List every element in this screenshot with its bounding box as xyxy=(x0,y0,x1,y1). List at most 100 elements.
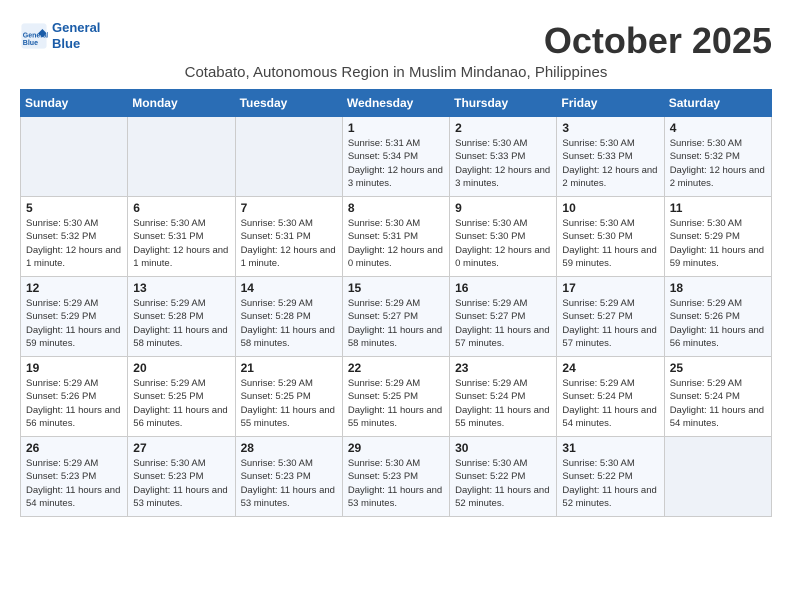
day-number: 29 xyxy=(348,441,444,455)
calendar-cell: 7 Sunrise: 5:30 AM Sunset: 5:31 PM Daylig… xyxy=(235,197,342,277)
calendar-cell: 15Sunrise: 5:29 AM Sunset: 5:27 PM Dayli… xyxy=(342,277,449,357)
day-number: 30 xyxy=(455,441,551,455)
calendar-cell xyxy=(21,117,128,197)
calendar-cell: 4 Sunrise: 5:30 AM Sunset: 5:32 PM Daylig… xyxy=(664,117,771,197)
calendar-cell: 25 Sunrise: 5:29 AM Sunset: 5:24 PM Dayli… xyxy=(664,357,771,437)
day-number: 21 xyxy=(241,361,337,375)
calendar-cell: 10Sunrise: 5:30 AM Sunset: 5:30 PM Dayli… xyxy=(557,197,664,277)
day-number: 2 xyxy=(455,121,551,135)
day-info: Sunrise: 5:30 AM Sunset: 5:23 PM Dayligh… xyxy=(241,457,337,510)
weekday-saturday: Saturday xyxy=(664,90,771,117)
weekday-wednesday: Wednesday xyxy=(342,90,449,117)
day-info: Sunrise: 5:30 AM Sunset: 5:33 PM Dayligh… xyxy=(455,137,551,190)
calendar-cell: 12Sunrise: 5:29 AM Sunset: 5:29 PM Dayli… xyxy=(21,277,128,357)
day-info: Sunrise: 5:31 AM Sunset: 5:34 PM Dayligh… xyxy=(348,137,444,190)
day-number: 1 xyxy=(348,121,444,135)
day-info: Sunrise: 5:30 AM Sunset: 5:32 PM Dayligh… xyxy=(670,137,766,190)
calendar-cell: 11 Sunrise: 5:30 AM Sunset: 5:29 PM Dayli… xyxy=(664,197,771,277)
day-number: 20 xyxy=(133,361,229,375)
calendar-cell: 23 Sunrise: 5:29 AM Sunset: 5:24 PM Dayli… xyxy=(450,357,557,437)
calendar-cell: 18 Sunrise: 5:29 AM Sunset: 5:26 PM Dayli… xyxy=(664,277,771,357)
day-info: Sunrise: 5:30 AM Sunset: 5:22 PM Dayligh… xyxy=(455,457,551,510)
calendar-cell: 30 Sunrise: 5:30 AM Sunset: 5:22 PM Dayli… xyxy=(450,437,557,517)
logo-text: General Blue xyxy=(52,20,100,51)
day-info: Sunrise: 5:29 AM Sunset: 5:26 PM Dayligh… xyxy=(26,377,122,430)
calendar-cell: 21 Sunrise: 5:29 AM Sunset: 5:25 PM Dayli… xyxy=(235,357,342,437)
weekday-thursday: Thursday xyxy=(450,90,557,117)
weekday-monday: Monday xyxy=(128,90,235,117)
calendar-cell: 5Sunrise: 5:30 AM Sunset: 5:32 PM Daylig… xyxy=(21,197,128,277)
day-info: Sunrise: 5:29 AM Sunset: 5:29 PM Dayligh… xyxy=(26,297,122,350)
day-info: Sunrise: 5:29 AM Sunset: 5:28 PM Dayligh… xyxy=(241,297,337,350)
month-title: October 2025 xyxy=(544,20,772,62)
week-row-3: 12Sunrise: 5:29 AM Sunset: 5:29 PM Dayli… xyxy=(21,277,772,357)
calendar-cell: 27 Sunrise: 5:30 AM Sunset: 5:23 PM Dayli… xyxy=(128,437,235,517)
calendar-cell: 6 Sunrise: 5:30 AM Sunset: 5:31 PM Daylig… xyxy=(128,197,235,277)
day-info: Sunrise: 5:30 AM Sunset: 5:23 PM Dayligh… xyxy=(348,457,444,510)
day-info: Sunrise: 5:29 AM Sunset: 5:24 PM Dayligh… xyxy=(670,377,766,430)
day-info: Sunrise: 5:30 AM Sunset: 5:32 PM Dayligh… xyxy=(26,217,122,270)
calendar-cell xyxy=(128,117,235,197)
day-info: Sunrise: 5:30 AM Sunset: 5:31 PM Dayligh… xyxy=(241,217,337,270)
calendar-cell: 31 Sunrise: 5:30 AM Sunset: 5:22 PM Dayli… xyxy=(557,437,664,517)
day-info: Sunrise: 5:29 AM Sunset: 5:25 PM Dayligh… xyxy=(348,377,444,430)
day-number: 16 xyxy=(455,281,551,295)
day-info: Sunrise: 5:29 AM Sunset: 5:27 PM Dayligh… xyxy=(562,297,658,350)
svg-text:Blue: Blue xyxy=(23,40,38,47)
logo-icon: General Blue xyxy=(20,22,48,50)
day-info: Sunrise: 5:30 AM Sunset: 5:22 PM Dayligh… xyxy=(562,457,658,510)
calendar-cell: 26Sunrise: 5:29 AM Sunset: 5:23 PM Dayli… xyxy=(21,437,128,517)
calendar-cell: 14 Sunrise: 5:29 AM Sunset: 5:28 PM Dayli… xyxy=(235,277,342,357)
day-number: 10 xyxy=(562,201,658,215)
day-info: Sunrise: 5:30 AM Sunset: 5:33 PM Dayligh… xyxy=(562,137,658,190)
day-number: 18 xyxy=(670,281,766,295)
day-number: 27 xyxy=(133,441,229,455)
week-row-4: 19 Sunrise: 5:29 AM Sunset: 5:26 PM Dayli… xyxy=(21,357,772,437)
title-section: October 2025 xyxy=(544,20,772,62)
logo: General Blue General Blue xyxy=(20,20,100,51)
day-info: Sunrise: 5:29 AM Sunset: 5:27 PM Dayligh… xyxy=(455,297,551,350)
calendar-cell: 29 Sunrise: 5:30 AM Sunset: 5:23 PM Dayli… xyxy=(342,437,449,517)
calendar-body: 1 Sunrise: 5:31 AM Sunset: 5:34 PM Daylig… xyxy=(21,117,772,517)
day-number: 7 xyxy=(241,201,337,215)
day-number: 11 xyxy=(670,201,766,215)
calendar-cell: 20 Sunrise: 5:29 AM Sunset: 5:25 PM Dayli… xyxy=(128,357,235,437)
logo-line1: General xyxy=(52,20,100,35)
day-info: Sunrise: 5:30 AM Sunset: 5:30 PM Dayligh… xyxy=(455,217,551,270)
day-number: 23 xyxy=(455,361,551,375)
day-number: 25 xyxy=(670,361,766,375)
calendar-cell: 17 Sunrise: 5:29 AM Sunset: 5:27 PM Dayli… xyxy=(557,277,664,357)
calendar-cell: 16 Sunrise: 5:29 AM Sunset: 5:27 PM Dayli… xyxy=(450,277,557,357)
day-number: 6 xyxy=(133,201,229,215)
day-info: Sunrise: 5:30 AM Sunset: 5:29 PM Dayligh… xyxy=(670,217,766,270)
calendar-cell: 9Sunrise: 5:30 AM Sunset: 5:30 PM Daylig… xyxy=(450,197,557,277)
calendar-cell: 24Sunrise: 5:29 AM Sunset: 5:24 PM Dayli… xyxy=(557,357,664,437)
calendar-cell: 2 Sunrise: 5:30 AM Sunset: 5:33 PM Daylig… xyxy=(450,117,557,197)
day-info: Sunrise: 5:29 AM Sunset: 5:24 PM Dayligh… xyxy=(455,377,551,430)
day-info: Sunrise: 5:29 AM Sunset: 5:26 PM Dayligh… xyxy=(670,297,766,350)
weekday-sunday: Sunday xyxy=(21,90,128,117)
calendar-table: SundayMondayTuesdayWednesdayThursdayFrid… xyxy=(20,89,772,517)
week-row-5: 26Sunrise: 5:29 AM Sunset: 5:23 PM Dayli… xyxy=(21,437,772,517)
day-number: 31 xyxy=(562,441,658,455)
subtitle: Cotabato, Autonomous Region in Muslim Mi… xyxy=(20,64,772,81)
week-row-2: 5Sunrise: 5:30 AM Sunset: 5:32 PM Daylig… xyxy=(21,197,772,277)
day-number: 14 xyxy=(241,281,337,295)
weekday-header-row: SundayMondayTuesdayWednesdayThursdayFrid… xyxy=(21,90,772,117)
calendar-cell: 13Sunrise: 5:29 AM Sunset: 5:28 PM Dayli… xyxy=(128,277,235,357)
day-info: Sunrise: 5:29 AM Sunset: 5:27 PM Dayligh… xyxy=(348,297,444,350)
day-info: Sunrise: 5:29 AM Sunset: 5:28 PM Dayligh… xyxy=(133,297,229,350)
day-info: Sunrise: 5:29 AM Sunset: 5:25 PM Dayligh… xyxy=(133,377,229,430)
day-number: 4 xyxy=(670,121,766,135)
logo-line2: Blue xyxy=(52,36,80,51)
day-number: 17 xyxy=(562,281,658,295)
calendar-cell: 28Sunrise: 5:30 AM Sunset: 5:23 PM Dayli… xyxy=(235,437,342,517)
day-info: Sunrise: 5:30 AM Sunset: 5:23 PM Dayligh… xyxy=(133,457,229,510)
day-info: Sunrise: 5:30 AM Sunset: 5:31 PM Dayligh… xyxy=(348,217,444,270)
day-number: 19 xyxy=(26,361,122,375)
day-number: 22 xyxy=(348,361,444,375)
day-info: Sunrise: 5:29 AM Sunset: 5:25 PM Dayligh… xyxy=(241,377,337,430)
week-row-1: 1 Sunrise: 5:31 AM Sunset: 5:34 PM Daylig… xyxy=(21,117,772,197)
day-info: Sunrise: 5:30 AM Sunset: 5:31 PM Dayligh… xyxy=(133,217,229,270)
calendar-cell: 3Sunrise: 5:30 AM Sunset: 5:33 PM Daylig… xyxy=(557,117,664,197)
